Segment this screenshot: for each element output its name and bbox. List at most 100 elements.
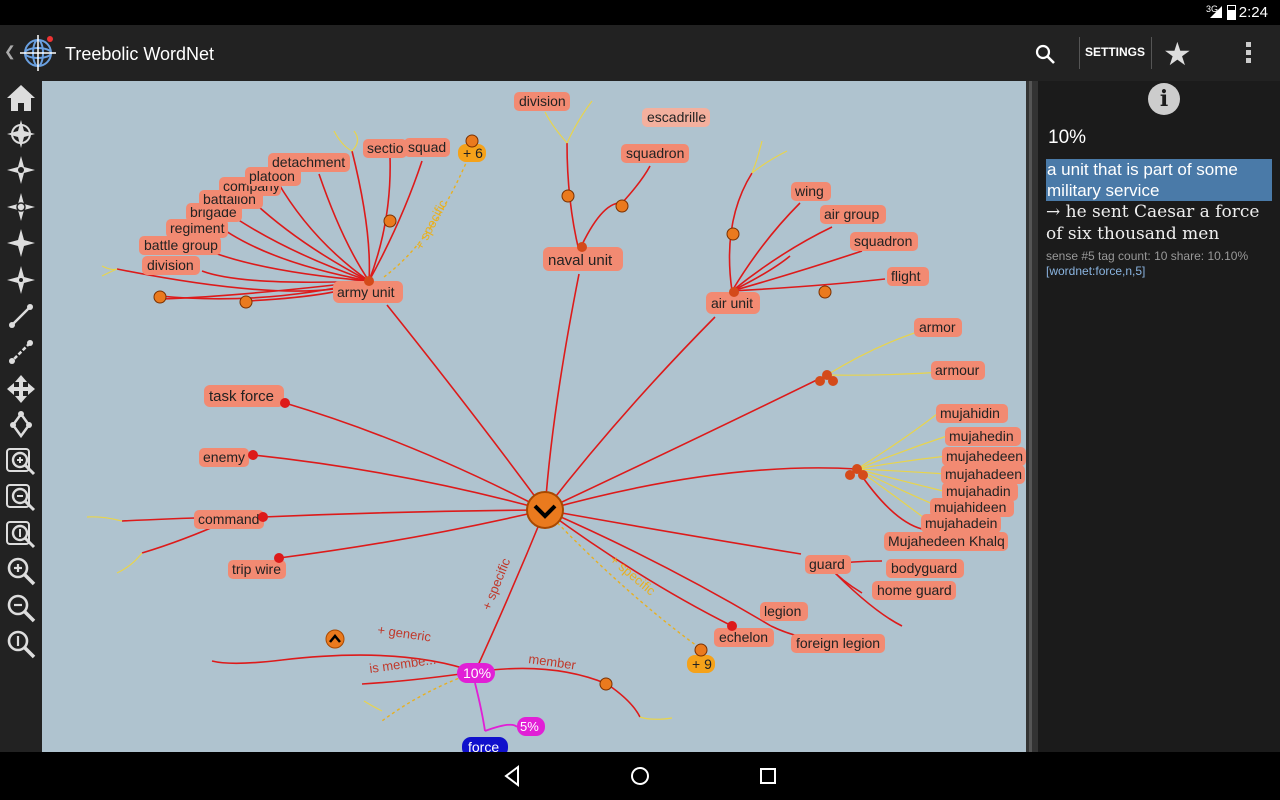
- echelon-node[interactable]: echelon: [714, 621, 774, 647]
- tree-edges: [116, 142, 923, 718]
- zoom-in-icon[interactable]: [3, 554, 39, 588]
- edge-label-specific-down: + specific: [479, 555, 514, 612]
- focus-parent-icon[interactable]: [3, 153, 39, 187]
- svg-text:mujahidin: mujahidin: [940, 405, 1000, 421]
- mujahid-label[interactable]: Mujahedeen Khalq: [884, 532, 1008, 551]
- mode-icon-2[interactable]: [3, 226, 39, 260]
- task-force-node[interactable]: task force: [204, 385, 290, 408]
- nav-bar: [0, 752, 1280, 800]
- legion-node[interactable]: legion: [760, 602, 808, 621]
- svg-text:army unit: army unit: [337, 284, 395, 300]
- home-circle-icon[interactable]: [628, 764, 652, 788]
- shrink-icon[interactable]: [3, 408, 39, 442]
- mujahid-label[interactable]: mujahedeen: [942, 447, 1026, 466]
- legion-child-label[interactable]: foreign legion: [791, 634, 885, 653]
- air-child-label[interactable]: air group: [820, 205, 886, 224]
- home-icon[interactable]: [3, 81, 39, 115]
- info-icon[interactable]: i: [1148, 83, 1180, 115]
- edge-style-icon-1[interactable]: [3, 299, 39, 333]
- root-node[interactable]: [526, 491, 564, 529]
- svg-text:task force: task force: [209, 388, 274, 405]
- svg-text:sectio: sectio: [367, 140, 404, 156]
- mujahid-label[interactable]: mujahedin: [945, 427, 1021, 446]
- mujahid-label[interactable]: mujahadein: [921, 514, 1001, 533]
- svg-text:foreign legion: foreign legion: [796, 635, 880, 651]
- naval-unit-node[interactable]: naval unit: [543, 242, 623, 271]
- air-child-label[interactable]: wing: [791, 182, 831, 201]
- army-child-label[interactable]: squad: [404, 138, 450, 157]
- guard-child-label[interactable]: bodyguard: [886, 559, 964, 578]
- edge-style-icon-2[interactable]: [3, 335, 39, 369]
- collapse-button[interactable]: [325, 629, 345, 649]
- armour-label[interactable]: armour: [931, 361, 985, 380]
- mode-icon-3[interactable]: [3, 263, 39, 297]
- svg-text:flight: flight: [891, 268, 921, 284]
- naval-child-label[interactable]: squadron: [621, 144, 689, 163]
- info-panel: i 10% a unit that is part of some milita…: [1038, 81, 1280, 752]
- armor-label[interactable]: armor: [914, 318, 962, 337]
- mode-icon-1[interactable]: [3, 190, 39, 224]
- army-child-label[interactable]: battle group: [139, 236, 221, 255]
- svg-text:regiment: regiment: [170, 220, 225, 236]
- mujahid-label[interactable]: mujahadeen: [941, 465, 1025, 484]
- zoom-out-frame-icon[interactable]: [3, 481, 39, 515]
- svg-text:armour: armour: [935, 362, 980, 378]
- edge-label-generic: + generic: [377, 622, 433, 644]
- guard-child-label[interactable]: home guard: [872, 581, 956, 600]
- star-icon[interactable]: ★: [1163, 35, 1192, 73]
- armor-cluster[interactable]: [815, 370, 838, 386]
- svg-text:squad: squad: [408, 139, 446, 155]
- naval-child-label[interactable]: division: [514, 92, 570, 111]
- svg-text:command: command: [198, 511, 259, 527]
- naval-child-label[interactable]: escadrille: [642, 108, 710, 127]
- army-child-label[interactable]: sectio: [363, 139, 407, 158]
- settings-button[interactable]: SETTINGS: [1080, 45, 1150, 59]
- signal-icon: [1210, 6, 1222, 18]
- svg-text:guard: guard: [809, 556, 845, 572]
- svg-text:naval unit: naval unit: [548, 252, 613, 269]
- zoom-one-icon[interactable]: [3, 627, 39, 661]
- search-icon[interactable]: [1030, 39, 1062, 71]
- army-child-label[interactable]: division: [142, 256, 200, 275]
- status-bar: 3G 2:24: [0, 0, 1280, 25]
- focus-percent-badge[interactable]: 5%: [517, 717, 545, 736]
- more-vert-icon[interactable]: [1238, 39, 1258, 69]
- zoom-out-icon[interactable]: [3, 591, 39, 625]
- zoom-in-frame-icon[interactable]: [3, 445, 39, 479]
- svg-text:+ 9: + 9: [692, 656, 712, 672]
- trip-wire-node[interactable]: trip wire: [228, 553, 286, 579]
- guard-node[interactable]: guard: [805, 555, 851, 574]
- separator: [1151, 37, 1152, 69]
- recents-icon[interactable]: [756, 764, 780, 788]
- force-node[interactable]: force: [462, 737, 508, 752]
- wordnet-link[interactable]: [wordnet:force,n,5]: [1046, 264, 1145, 278]
- svg-text:Mujahedeen Khalq: Mujahedeen Khalq: [888, 533, 1005, 549]
- air-child-label[interactable]: flight: [887, 267, 929, 286]
- air-child-label[interactable]: squadron: [850, 232, 918, 251]
- svg-text:echelon: echelon: [719, 629, 768, 645]
- svg-text:mujahadin: mujahadin: [946, 483, 1011, 499]
- command-node[interactable]: command: [194, 510, 268, 529]
- svg-text:mujahedin: mujahedin: [949, 428, 1014, 444]
- army-child-label[interactable]: detachment: [268, 153, 350, 172]
- expand-icon[interactable]: [3, 372, 39, 406]
- toolbar: [0, 81, 42, 752]
- right-more-node[interactable]: + 9: [687, 655, 715, 673]
- svg-text:mujahideen: mujahideen: [934, 499, 1006, 515]
- panel-divider[interactable]: [1026, 81, 1038, 752]
- svg-text:mujahedeen: mujahedeen: [946, 448, 1023, 464]
- focus-icon[interactable]: [3, 117, 39, 151]
- mujahid-label[interactable]: mujahidin: [936, 404, 1008, 423]
- tree-view[interactable]: + specific + specific + specific + gener…: [42, 81, 1026, 752]
- treebolic-logo[interactable]: [12, 31, 60, 75]
- root-percent-badge[interactable]: 10%: [457, 663, 495, 683]
- svg-text:enemy: enemy: [203, 449, 245, 465]
- back-icon[interactable]: [500, 764, 524, 788]
- enemy-node[interactable]: enemy: [199, 448, 258, 467]
- air-unit-node[interactable]: air unit: [706, 287, 760, 314]
- svg-text:battle group: battle group: [144, 237, 218, 253]
- army-unit-node[interactable]: army unit: [333, 276, 403, 303]
- app-bar: ❮ Treebolic WordNet SETTINGS ★: [0, 25, 1280, 81]
- zoom-reset-frame-icon[interactable]: [3, 518, 39, 552]
- definition-text: a unit that is part of some military ser…: [1046, 159, 1272, 201]
